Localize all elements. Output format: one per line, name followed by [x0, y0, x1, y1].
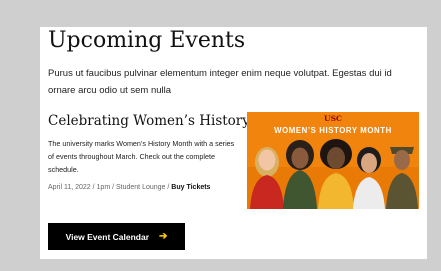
- view-event-calendar-label: View Event Calendar: [65, 231, 150, 242]
- event-description: The university marks Women’s History Mon…: [48, 139, 235, 174]
- event-title[interactable]: Celebrating Women’s History: [48, 113, 250, 129]
- view-event-calendar-button[interactable]: View Event Calendar ➔: [48, 223, 185, 250]
- usc-logo: USC: [324, 114, 342, 123]
- event-date: April 11, 2022: [48, 184, 91, 191]
- section-intro: Purus ut faucibus pulvinar elementum int…: [48, 68, 392, 96]
- events-card: Upcoming Events Purus ut faucibus pulvin…: [40, 27, 427, 259]
- arrow-right-icon: ➔: [159, 230, 168, 242]
- section-title: Upcoming Events: [48, 28, 246, 53]
- event-time: 1pm: [96, 184, 111, 191]
- event-image[interactable]: USC WOMEN’S HISTORY MONTH: [247, 112, 419, 209]
- buy-tickets-link[interactable]: Buy Tickets: [171, 184, 210, 191]
- event-meta: April 11, 2022 / 1pm / Student Lounge / …: [48, 184, 210, 191]
- banner-headline: WOMEN’S HISTORY MONTH: [274, 126, 392, 135]
- event-location: Student Lounge: [116, 184, 166, 191]
